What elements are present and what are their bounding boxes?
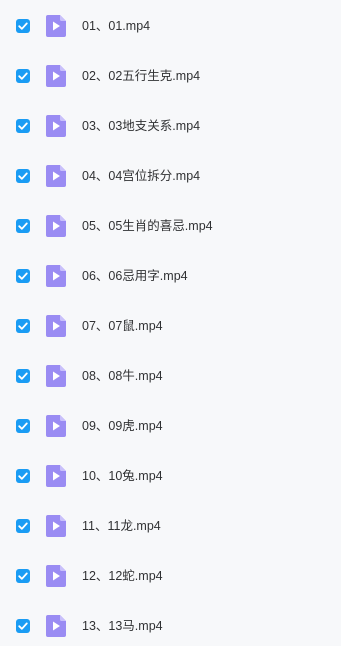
file-name[interactable]: 07、07鼠.mp4: [82, 317, 163, 335]
file-row[interactable]: 01、01.mp4: [0, 1, 341, 51]
video-file-icon: [46, 265, 66, 287]
file-row[interactable]: 10、10兔.mp4: [0, 451, 341, 501]
file-row[interactable]: 03、03地支关系.mp4: [0, 101, 341, 151]
video-file-icon: [46, 215, 66, 237]
checkbox-checked[interactable]: [16, 219, 30, 233]
video-file-icon: [46, 315, 66, 337]
checkbox-checked[interactable]: [16, 619, 30, 633]
file-name[interactable]: 10、10兔.mp4: [82, 467, 163, 485]
video-file-icon: [46, 465, 66, 487]
file-name[interactable]: 13、13马.mp4: [82, 617, 163, 635]
video-file-icon: [46, 165, 66, 187]
file-row[interactable]: 08、08牛.mp4: [0, 351, 341, 401]
checkbox-checked[interactable]: [16, 169, 30, 183]
file-name[interactable]: 08、08牛.mp4: [82, 367, 163, 385]
checkbox-checked[interactable]: [16, 519, 30, 533]
file-name[interactable]: 03、03地支关系.mp4: [82, 117, 200, 135]
video-file-icon: [46, 415, 66, 437]
checkbox-checked[interactable]: [16, 19, 30, 33]
checkbox-checked[interactable]: [16, 419, 30, 433]
file-row[interactable]: 13、13马.mp4: [0, 601, 341, 646]
file-name[interactable]: 05、05生肖的喜忌.mp4: [82, 217, 213, 235]
checkbox-checked[interactable]: [16, 569, 30, 583]
checkbox-checked[interactable]: [16, 119, 30, 133]
file-row[interactable]: 07、07鼠.mp4: [0, 301, 341, 351]
checkbox-checked[interactable]: [16, 369, 30, 383]
video-file-icon: [46, 365, 66, 387]
checkbox-checked[interactable]: [16, 319, 30, 333]
file-name[interactable]: 12、12蛇.mp4: [82, 567, 163, 585]
file-name[interactable]: 11、11龙.mp4: [82, 517, 161, 535]
file-row[interactable]: 11、11龙.mp4: [0, 501, 341, 551]
checkbox-checked[interactable]: [16, 269, 30, 283]
file-row[interactable]: 09、09虎.mp4: [0, 401, 341, 451]
file-name[interactable]: 01、01.mp4: [82, 17, 150, 35]
video-file-icon: [46, 115, 66, 137]
video-file-icon: [46, 65, 66, 87]
file-name[interactable]: 02、02五行生克.mp4: [82, 67, 200, 85]
file-name[interactable]: 06、06忌用字.mp4: [82, 267, 188, 285]
video-file-icon: [46, 565, 66, 587]
video-file-icon: [46, 15, 66, 37]
file-list: 01、01.mp4 02、02五行生克.mp4 03、03地支关系.mp4 04…: [0, 0, 341, 646]
file-row[interactable]: 06、06忌用字.mp4: [0, 251, 341, 301]
file-row[interactable]: 02、02五行生克.mp4: [0, 51, 341, 101]
video-file-icon: [46, 615, 66, 637]
checkbox-checked[interactable]: [16, 69, 30, 83]
video-file-icon: [46, 515, 66, 537]
file-row[interactable]: 04、04宫位拆分.mp4: [0, 151, 341, 201]
file-row[interactable]: 05、05生肖的喜忌.mp4: [0, 201, 341, 251]
file-name[interactable]: 09、09虎.mp4: [82, 417, 163, 435]
file-name[interactable]: 04、04宫位拆分.mp4: [82, 167, 200, 185]
file-row[interactable]: 12、12蛇.mp4: [0, 551, 341, 601]
checkbox-checked[interactable]: [16, 469, 30, 483]
